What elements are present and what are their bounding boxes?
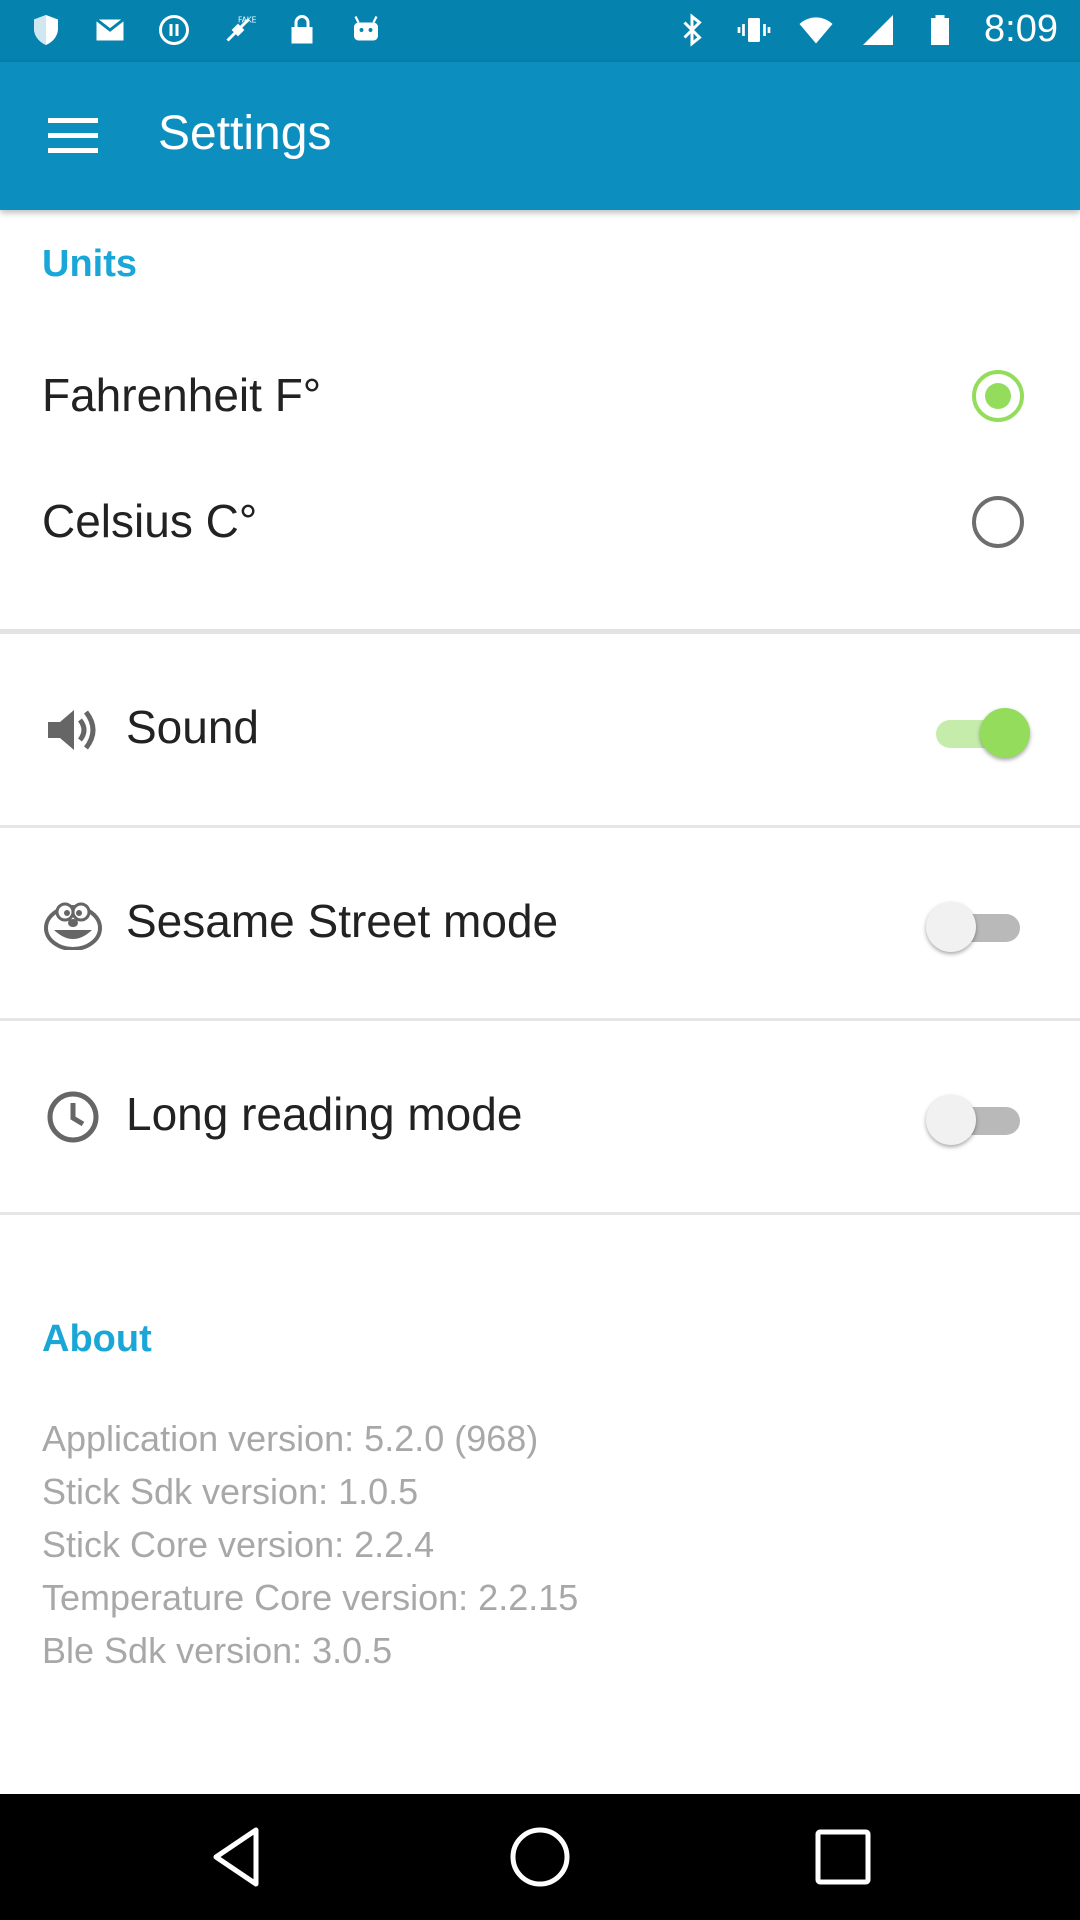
mail-icon (95, 18, 125, 41)
radio-option-fahrenheit[interactable]: Fahrenheit F° (0, 338, 1080, 458)
signal-icon (863, 14, 894, 45)
status-time: 8:09 (984, 8, 1058, 50)
units-section-header: Units (42, 243, 137, 285)
status-bar: FAKE 8:09 (0, 0, 1080, 62)
radio-button-unselected[interactable] (972, 496, 1024, 548)
home-icon[interactable] (505, 1822, 575, 1892)
app-bar: Settings (0, 62, 1080, 210)
radio-option-celsius[interactable]: Celsius C° (0, 464, 1080, 584)
temperature-core-version-text: Temperature Core version: 2.2.15 (42, 1577, 579, 1618)
toggle-label: Long reading mode (126, 1088, 523, 1140)
wifi-icon (799, 16, 833, 43)
clock-icon (47, 1091, 99, 1143)
back-icon[interactable] (204, 1822, 274, 1892)
sound-switch[interactable] (926, 708, 1030, 758)
radio-button-selected[interactable] (972, 370, 1024, 422)
about-info: Application version: 5.2.0 (968) Stick S… (42, 1412, 578, 1677)
radio-label: Fahrenheit F° (42, 369, 322, 421)
lock-icon (291, 15, 313, 44)
fake-gps-icon: FAKE (226, 16, 256, 42)
recents-icon[interactable] (808, 1822, 878, 1892)
svg-text:FAKE: FAKE (238, 16, 256, 25)
bluetooth-icon (683, 12, 702, 47)
speaker-icon (48, 710, 96, 750)
toggle-label: Sesame Street mode (126, 895, 559, 947)
navigation-bar (0, 1794, 1080, 1920)
page-title: Settings (158, 107, 332, 160)
app-version-text: Application version: 5.2.0 (968) (42, 1418, 539, 1459)
elmo-face-icon (44, 902, 102, 950)
ble-sdk-version-text: Ble Sdk version: 3.0.5 (42, 1630, 393, 1671)
stick-sdk-version-text: Stick Sdk version: 1.0.5 (42, 1471, 419, 1512)
sesame-street-switch[interactable] (926, 902, 1030, 952)
menu-icon[interactable] (48, 118, 98, 154)
radio-label: Celsius C° (42, 495, 258, 547)
toggle-row-sound[interactable]: Sound (0, 634, 1080, 824)
stick-core-version-text: Stick Core version: 2.2.4 (42, 1524, 435, 1565)
shield-icon (34, 15, 58, 45)
long-reading-switch[interactable] (926, 1095, 1030, 1145)
android-icon (354, 15, 378, 41)
about-section-header: About (42, 1318, 152, 1360)
toggle-label: Sound (126, 701, 260, 753)
vibrate-icon (737, 17, 771, 42)
pause-circle-icon (159, 15, 189, 45)
toggle-row-long-reading[interactable]: Long reading mode (0, 1021, 1080, 1211)
battery-icon (931, 14, 950, 45)
row-divider (0, 1212, 1080, 1215)
toggle-row-sesame-street[interactable]: Sesame Street mode (0, 828, 1080, 1018)
